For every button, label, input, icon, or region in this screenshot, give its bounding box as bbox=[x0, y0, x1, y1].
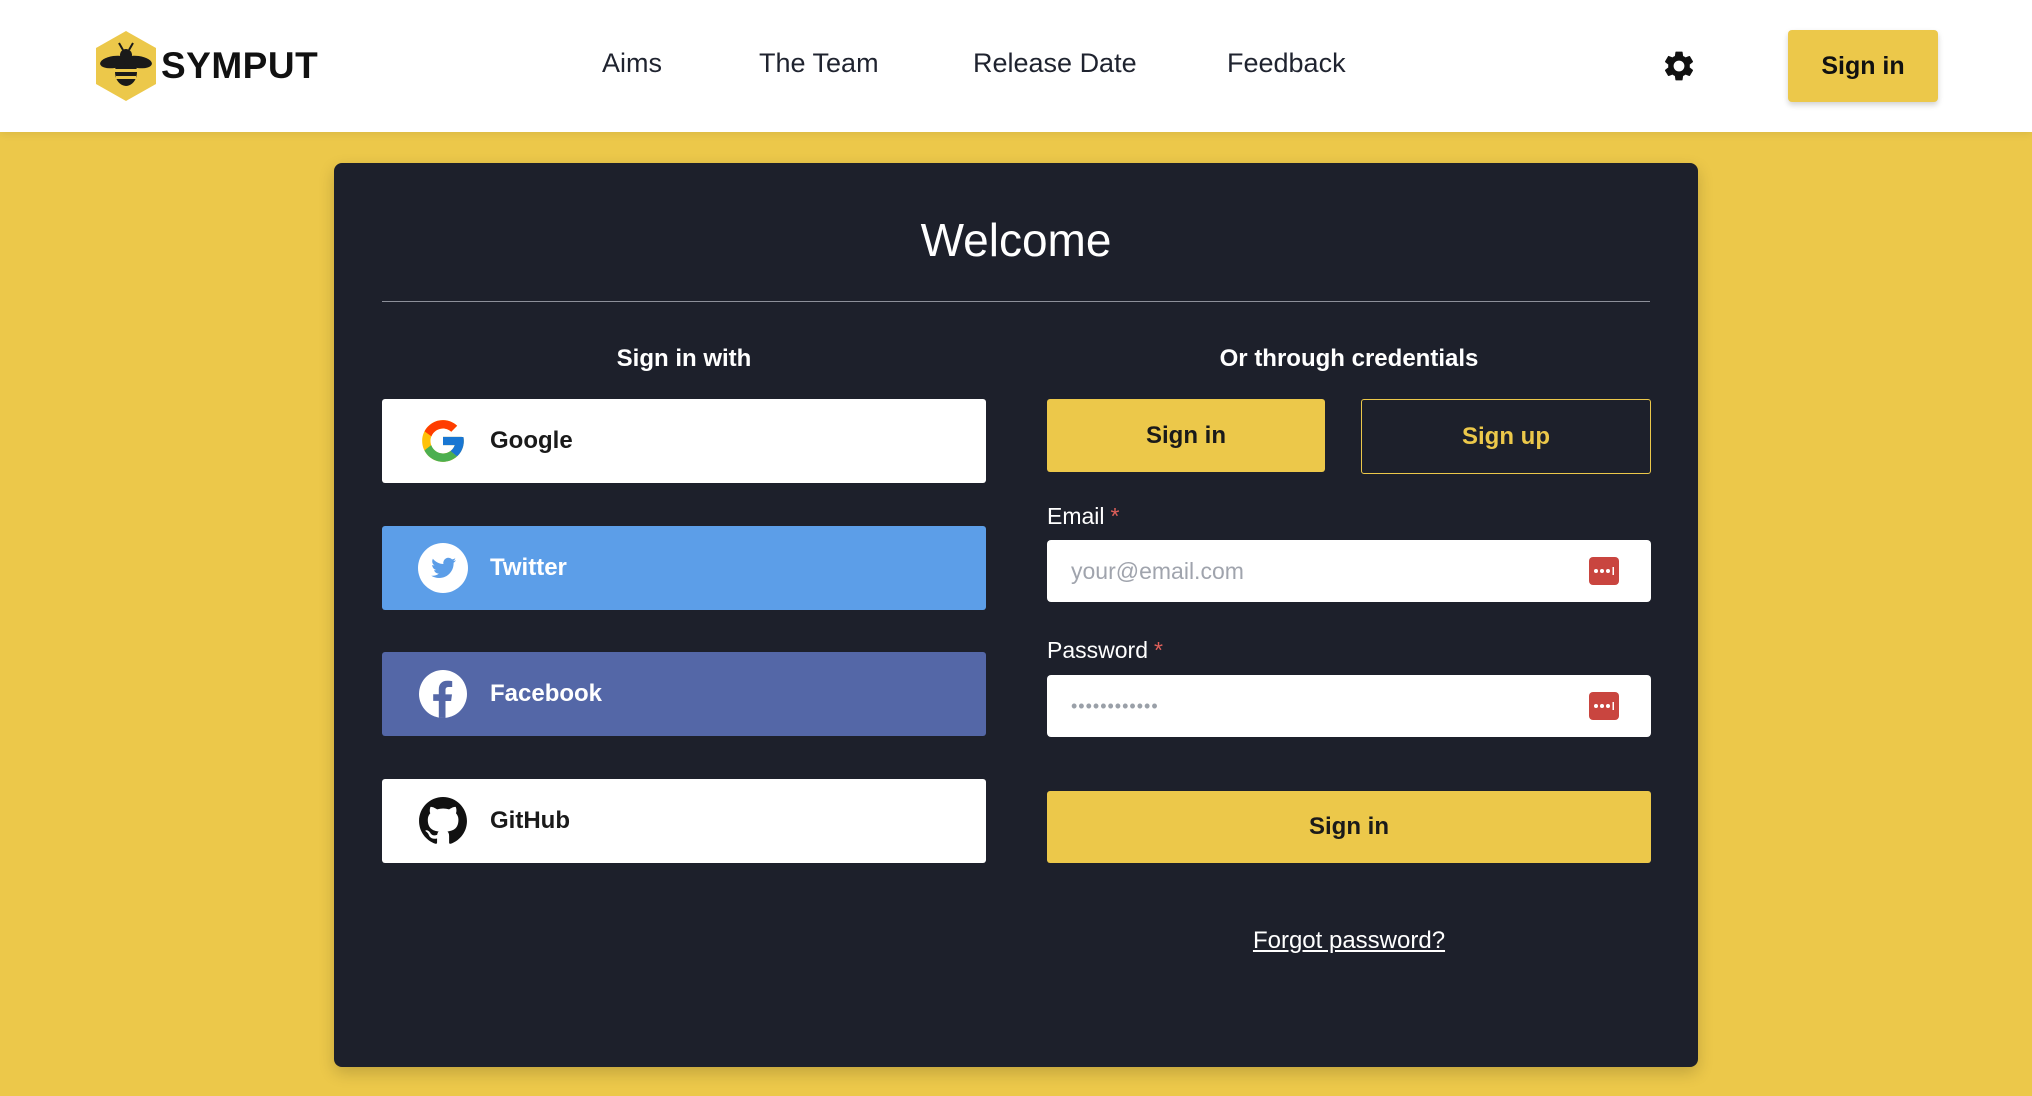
github-label: GitHub bbox=[490, 807, 570, 834]
password-label-text: Password bbox=[1047, 637, 1148, 663]
nav-feedback[interactable]: Feedback bbox=[1227, 48, 1346, 79]
email-required-mark: * bbox=[1110, 503, 1120, 529]
brand-name: SYMPUT bbox=[161, 45, 319, 86]
google-icon bbox=[418, 416, 468, 466]
sign-in-submit-button[interactable]: Sign in bbox=[1047, 791, 1651, 863]
email-label-text: Email bbox=[1047, 503, 1105, 529]
facebook-icon bbox=[418, 669, 468, 719]
social-heading: Sign in with bbox=[616, 345, 752, 372]
top-navbar: SYMPUT Aims The Team Release Date Feedba… bbox=[0, 0, 2032, 132]
password-masked-value: •••••••••••• bbox=[1071, 695, 1159, 716]
bee-hexagon-logo bbox=[96, 31, 156, 101]
nav-aims[interactable]: Aims bbox=[602, 48, 662, 79]
card-divider bbox=[382, 301, 1650, 302]
google-label: Google bbox=[490, 427, 573, 454]
email-field[interactable] bbox=[1047, 540, 1587, 602]
nav-release-date[interactable]: Release Date bbox=[973, 48, 1137, 79]
brand[interactable]: SYMPUT bbox=[93, 29, 318, 103]
tab-sign-up[interactable]: Sign up bbox=[1361, 399, 1651, 474]
email-field-wrapper bbox=[1047, 540, 1651, 602]
email-label: Email * bbox=[1047, 503, 1119, 530]
google-signin-button[interactable]: Google bbox=[382, 399, 986, 483]
facebook-label: Facebook bbox=[490, 680, 603, 707]
forgot-password-text[interactable]: Forgot password? bbox=[1253, 927, 1445, 954]
password-field[interactable]: •••••••••••• bbox=[1047, 675, 1651, 737]
gear-icon[interactable] bbox=[1661, 48, 1697, 84]
password-manager-icon[interactable] bbox=[1589, 692, 1619, 720]
header-signin-button[interactable]: Sign in bbox=[1788, 30, 1938, 102]
facebook-signin-button[interactable]: Facebook bbox=[382, 652, 986, 736]
card-title: Welcome bbox=[920, 214, 1112, 266]
github-icon bbox=[418, 796, 468, 846]
nav-the-team[interactable]: The Team bbox=[759, 48, 879, 79]
credentials-heading: Or through credentials bbox=[1219, 345, 1479, 372]
twitter-icon bbox=[418, 543, 468, 593]
forgot-password-link: Forgot password? bbox=[1047, 927, 1651, 955]
twitter-signin-button[interactable]: Twitter bbox=[382, 526, 986, 610]
github-signin-button[interactable]: GitHub bbox=[382, 779, 986, 863]
password-required-mark: * bbox=[1153, 637, 1163, 663]
tab-sign-in[interactable]: Sign in bbox=[1047, 399, 1325, 472]
password-manager-icon[interactable] bbox=[1589, 557, 1619, 585]
twitter-label: Twitter bbox=[490, 554, 567, 581]
login-card: Welcome Sign in with Google Twitter Face… bbox=[334, 163, 1698, 1067]
password-label: Password * bbox=[1047, 637, 1163, 664]
